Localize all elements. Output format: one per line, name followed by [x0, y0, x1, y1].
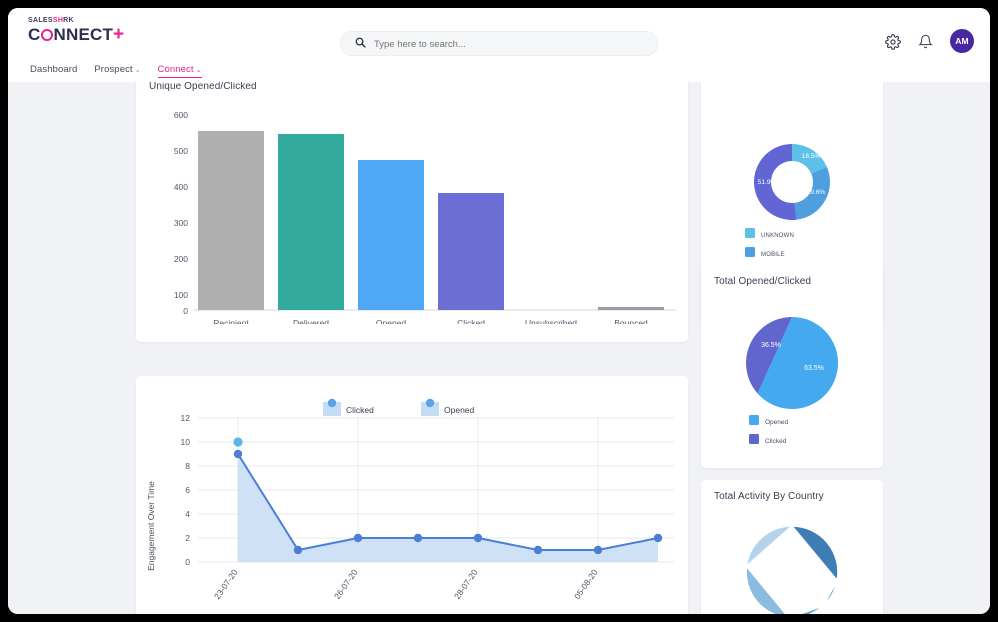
ytick: 0 [185, 557, 190, 567]
chevron-down-icon: ⌄ [195, 67, 202, 74]
brand-logo[interactable]: SALESSHRK C NNECT+ [28, 16, 124, 45]
ytick: 200 [174, 254, 188, 264]
nav-item-dashboard[interactable]: Dashboard [30, 64, 77, 78]
line-point-opened [233, 437, 243, 447]
bar-bounced [598, 307, 664, 310]
ytick: 2 [185, 533, 190, 543]
card-unique-opened-clicked: Unique Opened/Clicked 600 500 400 300 20… [136, 82, 688, 342]
donut-legend-mobile: MOBILE [761, 252, 785, 258]
bar-chart-title: Unique Opened/Clicked [149, 82, 257, 92]
ytick: 0 [183, 306, 188, 316]
ytick: 300 [174, 218, 188, 228]
search-icon [355, 37, 366, 48]
xtick: 05-08-20 [572, 567, 600, 601]
legend-label-clicked: Clicked [346, 405, 374, 415]
xtick: Delivered [293, 318, 329, 324]
ytick: 100 [174, 290, 188, 300]
donut-label-mobile: 29.6% [807, 189, 826, 196]
brand-rk: RK [63, 17, 74, 24]
bar-recipient [198, 131, 264, 310]
area-clicked [238, 454, 658, 562]
xtick: Bounced [614, 318, 648, 324]
brand-sales: SALES [28, 17, 53, 24]
nav-label-prospect: Prospect [94, 64, 133, 75]
pie-legend-opened: Opened [765, 419, 789, 426]
xtick: Recipient [213, 318, 249, 324]
header-actions: AM [885, 29, 974, 53]
pie-slice-country-5 [745, 525, 795, 569]
nav-item-connect[interactable]: Connect ⌄ [157, 64, 202, 78]
gear-icon[interactable] [885, 33, 901, 50]
ytick: 4 [185, 509, 190, 519]
brand-c: C [28, 25, 41, 44]
chevron-down-icon: ⌄ [134, 67, 141, 74]
brand-logo-main: C NNECT+ [28, 25, 124, 45]
legend-label-opened: Opened [444, 405, 475, 415]
ytick: 6 [185, 485, 190, 495]
main-nav: Dashboard Prospect ⌄ Connect ⌄ [8, 60, 990, 82]
bar-y-axis: 600 500 400 300 200 100 0 [174, 110, 188, 316]
ytick: 600 [174, 110, 188, 120]
avatar[interactable]: AM [950, 29, 974, 53]
xtick: Opened [376, 318, 407, 324]
line-y-ticks: 12 10 8 6 4 2 0 [181, 413, 191, 567]
pie-label-clicked: 36.5% [761, 342, 781, 349]
bar-delivered [278, 134, 344, 310]
pie-legend-clicked: Clicked [765, 438, 787, 445]
brand-sh: SH [52, 17, 64, 24]
donut-legend-unknown: UNKNOWN [761, 233, 794, 239]
pie-chart-title: Total Opened/Clicked [714, 276, 812, 287]
donut-label-unknown: 18.5% [802, 153, 821, 160]
country-pie-chart [745, 525, 839, 614]
xtick: Unsubscribed [525, 318, 577, 324]
search-input[interactable] [372, 32, 651, 57]
nav-item-prospect[interactable]: Prospect ⌄ [94, 64, 140, 78]
app-header: SALESSHRK C NNECT+ AM [8, 8, 990, 60]
pie-label-opened: 63.5% [804, 365, 824, 372]
ytick: 500 [174, 146, 188, 156]
bell-icon[interactable] [918, 34, 933, 49]
app-window: SALESSHRK C NNECT+ AM [8, 8, 990, 614]
xtick: 28-07-20 [452, 567, 480, 601]
line-clicked [237, 453, 659, 552]
nav-label-connect: Connect [157, 64, 194, 75]
card-total-activity-by-country: Total Activity By Country [701, 480, 883, 614]
card-total-opened-clicked: Total Opened/Clicked 63.5% 36.5% Opened [701, 265, 883, 468]
ytick: 12 [181, 413, 191, 423]
card-engagement-over-time: Clicked Opened Engagement Over Time 12 1… [136, 376, 688, 614]
xtick: 26-07-20 [332, 567, 360, 601]
search-bar[interactable] [340, 31, 658, 57]
total-opened-clicked-pie: 63.5% 36.5% Opened Clicked [746, 317, 839, 445]
pie-legend: Opened Clicked [749, 415, 789, 445]
country-chart-title: Total Activity By Country [714, 491, 824, 502]
pie-slice-country-2 [822, 580, 838, 607]
donut-label-desktop: 51.9% [758, 179, 777, 186]
ytick: 10 [181, 437, 191, 447]
brand-o-ring-icon [40, 29, 53, 41]
pie-slice-country-4 [745, 564, 787, 614]
y-axis-label: Engagement Over Time [146, 481, 156, 571]
ytick: 400 [174, 182, 188, 192]
brand-plus: + [113, 24, 125, 45]
bar-clicked [438, 193, 504, 310]
xtick: Clicked [457, 318, 485, 324]
pie-slice-country-1 [790, 525, 839, 583]
xtick: 23-07-20 [212, 567, 240, 601]
line-x-ticks: 23-07-20 26-07-20 28-07-20 05-08-20 [212, 567, 600, 601]
line-chart-legend: Clicked Opened [323, 398, 475, 416]
nav-label-dashboard: Dashboard [30, 64, 78, 75]
brand-connect: NNECT [53, 25, 114, 44]
bar-opened [358, 160, 424, 310]
ytick: 8 [185, 461, 190, 471]
engagement-line-chart: Clicked Opened Engagement Over Time 12 1… [146, 398, 674, 601]
bar-chart: 600 500 400 300 200 100 0 Recipient Deli… [174, 110, 676, 324]
brand-logo-top: SALESSHRK [28, 16, 124, 25]
pie-slice-country-3 [797, 604, 824, 614]
dashboard-content: Unique Opened/Clicked 600 500 400 300 20… [8, 82, 990, 614]
